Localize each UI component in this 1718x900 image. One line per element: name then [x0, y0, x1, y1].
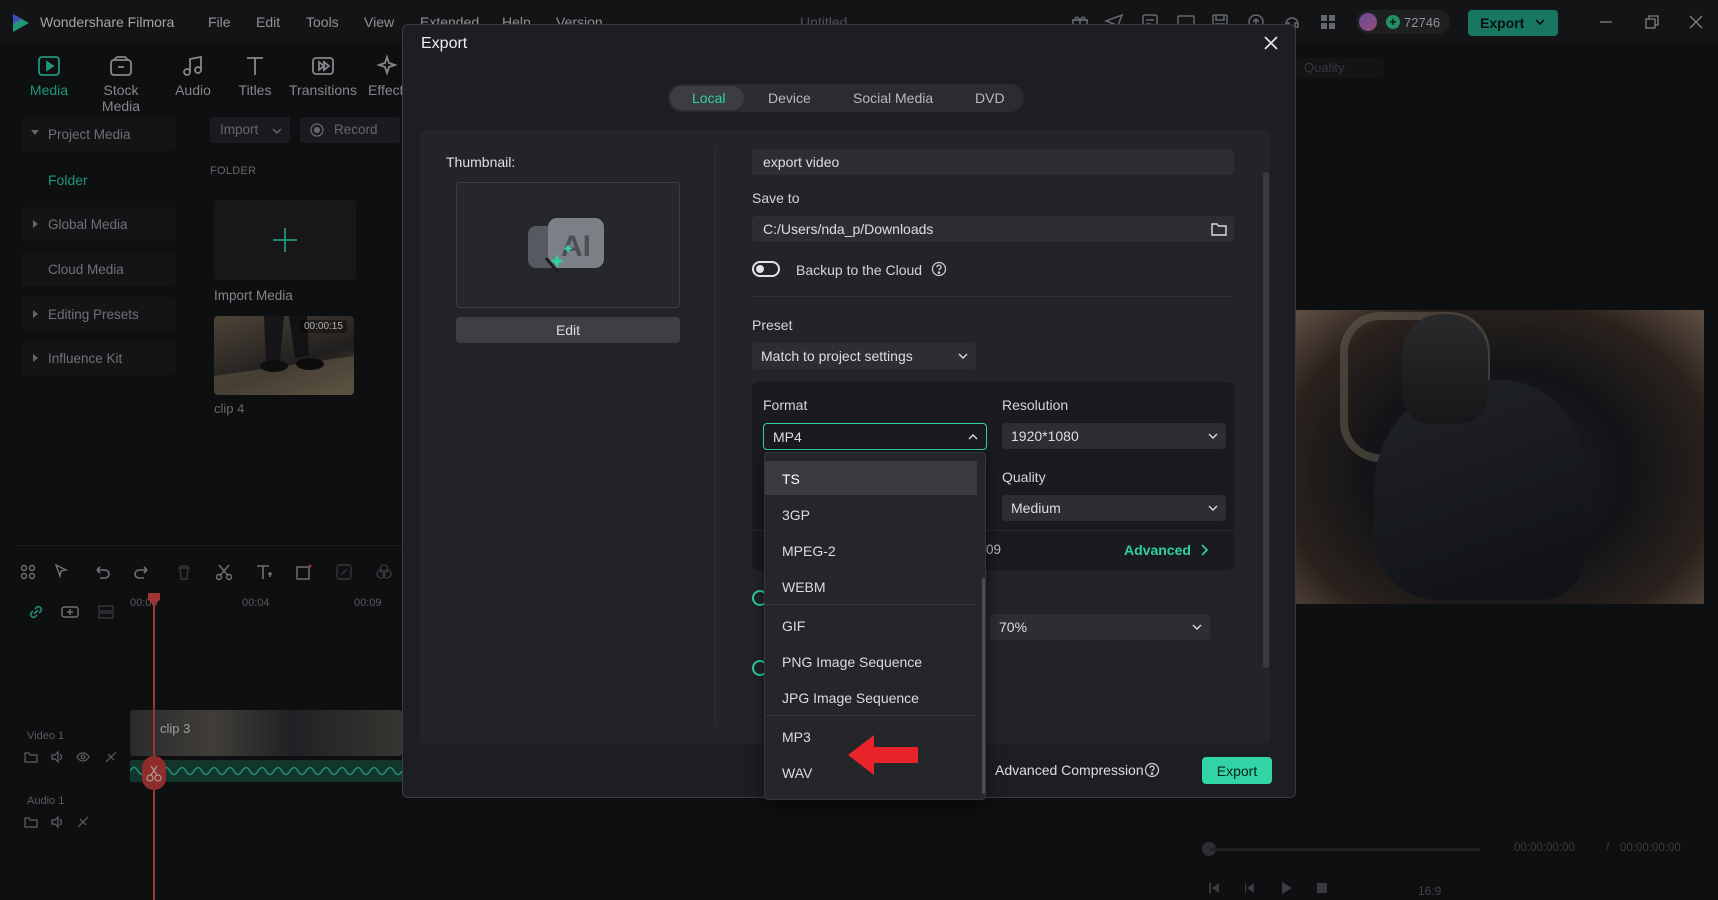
dialog-title: Export: [421, 35, 468, 52]
export-button[interactable]: Export: [1202, 757, 1272, 784]
quality-select[interactable]: Medium: [1002, 495, 1226, 521]
red-arrow-annotation: [848, 733, 920, 777]
save-to-label: Save to: [752, 190, 800, 206]
chevron-up-icon: [968, 434, 978, 440]
dropdown-scrollbar[interactable]: [982, 578, 985, 794]
edit-thumbnail-button[interactable]: Edit: [456, 317, 680, 343]
format-option-gif[interactable]: GIF: [765, 608, 977, 642]
chevron-down-icon: [1192, 624, 1202, 630]
quality-value: Medium: [1011, 500, 1061, 516]
backup-cloud-toggle[interactable]: [752, 261, 780, 277]
preset-label: Preset: [752, 317, 793, 333]
help-icon[interactable]: [1144, 762, 1160, 778]
preset-value: Match to project settings: [761, 348, 913, 364]
divider: [752, 296, 1234, 297]
format-select[interactable]: MP4: [763, 423, 987, 450]
tab-local[interactable]: Local: [692, 90, 725, 106]
settings-scrollbar[interactable]: [1263, 172, 1269, 668]
format-option-png-sequence[interactable]: PNG Image Sequence: [765, 644, 977, 678]
format-option-mpeg2[interactable]: MPEG-2: [765, 533, 977, 567]
format-option-jpg-sequence[interactable]: JPG Image Sequence: [765, 680, 977, 714]
tab-device[interactable]: Device: [768, 90, 811, 106]
close-icon[interactable]: [1262, 34, 1280, 52]
thumbnail-label: Thumbnail:: [446, 154, 516, 170]
save-path-value: C:/Users/nda_p/Downloads: [763, 221, 934, 237]
resolution-label: Resolution: [1002, 397, 1069, 413]
advanced-settings-link[interactable]: Advanced: [1124, 542, 1191, 558]
format-option-3gp[interactable]: 3GP: [765, 497, 977, 531]
advanced-compression-label: Advanced Compression: [995, 762, 1144, 778]
quality-label: Quality: [1002, 469, 1046, 485]
folder-icon[interactable]: [1210, 220, 1228, 238]
bitrate-select[interactable]: 70%: [990, 614, 1210, 640]
save-path-input[interactable]: C:/Users/nda_p/Downloads: [752, 216, 1234, 242]
chevron-down-icon: [958, 353, 968, 359]
format-option-ts[interactable]: TS: [765, 461, 977, 495]
tab-social-media[interactable]: Social Media: [853, 90, 933, 106]
format-value: MP4: [773, 429, 802, 445]
chevron-right-icon[interactable]: [1200, 543, 1210, 557]
frame-rate-value: 09: [986, 542, 1002, 557]
ai-thumbnail-icon: AI: [526, 214, 606, 280]
format-option-webm[interactable]: WEBM: [765, 569, 977, 603]
resolution-value: 1920*1080: [1011, 428, 1079, 444]
resolution-select[interactable]: 1920*1080: [1002, 423, 1226, 449]
divider: [765, 604, 975, 605]
preset-select[interactable]: Match to project settings: [752, 343, 976, 369]
tab-dvd[interactable]: DVD: [975, 90, 1005, 106]
divider: [765, 715, 975, 716]
chevron-down-icon: [1208, 433, 1218, 439]
format-label: Format: [763, 397, 808, 413]
svg-text:AI: AI: [561, 230, 591, 263]
help-icon[interactable]: [931, 261, 947, 277]
divider: [715, 146, 716, 724]
chevron-down-icon: [1208, 505, 1218, 511]
bitrate-value: 70%: [999, 619, 1028, 635]
file-name-input[interactable]: export video: [752, 149, 1234, 175]
backup-cloud-label: Backup to the Cloud: [796, 262, 923, 278]
